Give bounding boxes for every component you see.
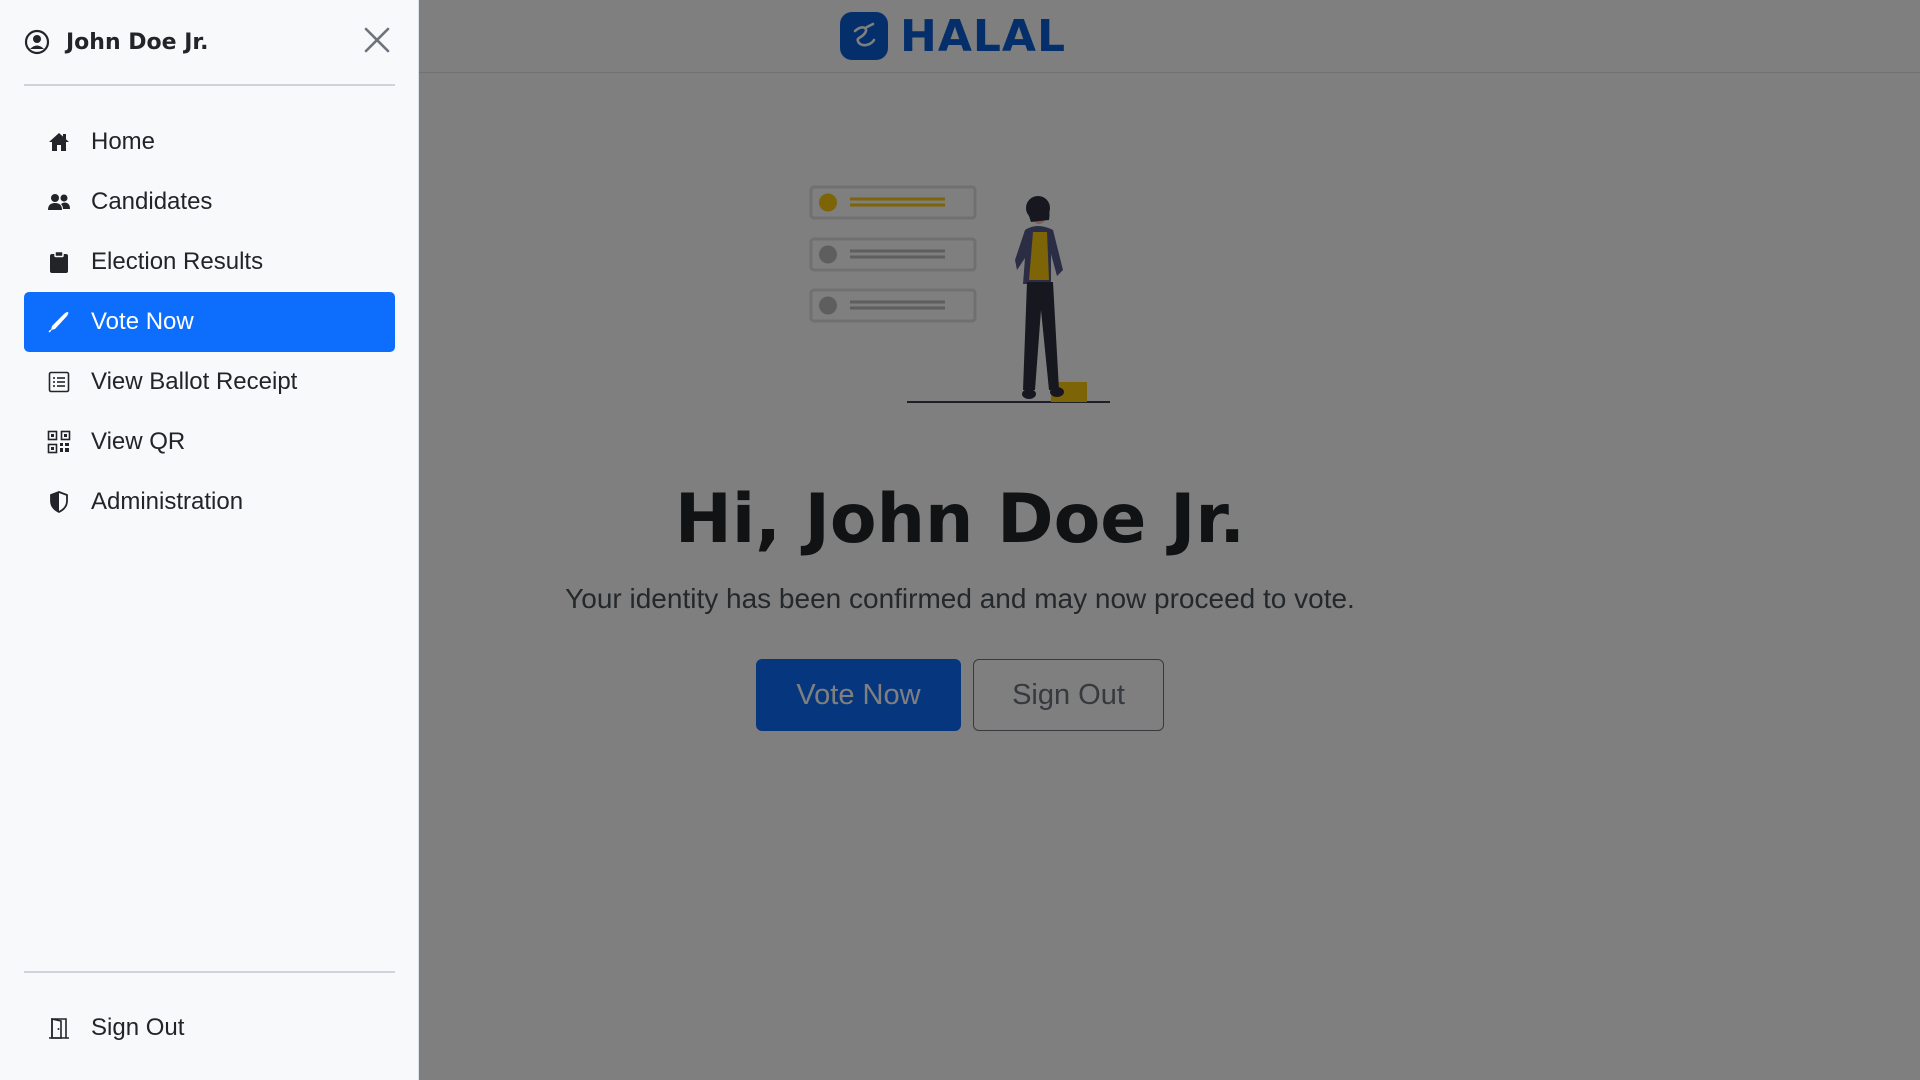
sidebar-item-candidates[interactable]: Candidates	[24, 172, 395, 232]
sidebar-item-label: View Ballot Receipt	[91, 367, 298, 395]
sidebar-item-label: View QR	[91, 427, 186, 455]
clipboard-icon	[47, 250, 71, 274]
people-icon	[47, 190, 71, 214]
pen-icon	[47, 310, 71, 334]
user-name: John Doe Jr.	[66, 29, 209, 55]
sidebar-item-vote-now[interactable]: Vote Now	[24, 291, 395, 352]
sidebar-item-view-ballot-receipt[interactable]: View Ballot Receipt	[24, 352, 395, 412]
sidebar-item-label: Election Results	[91, 247, 264, 275]
sidebar-item-label: Candidates	[91, 187, 213, 215]
sidebar-header: John Doe Jr.	[24, 18, 395, 86]
sidebar-item-view-qr[interactable]: View QR	[24, 412, 395, 472]
receipt-icon	[47, 370, 71, 394]
sidebar-footer: Sign Out	[24, 971, 395, 1058]
sidebar-item-label: Vote Now	[91, 307, 194, 335]
sidebar-item-label: Administration	[91, 487, 244, 515]
sidebar-item-administration[interactable]: Administration	[24, 472, 395, 532]
close-icon[interactable]	[361, 24, 393, 56]
door-icon	[47, 1016, 71, 1040]
sidebar-nav: Home Candidates Election Results Vote No…	[24, 112, 395, 532]
sidebar-item-home[interactable]: Home	[24, 112, 395, 172]
user-circle-icon	[24, 29, 50, 55]
shield-icon	[47, 490, 71, 514]
home-icon	[47, 130, 71, 154]
offcanvas-sidebar: John Doe Jr. Home Candidates Election Re…	[0, 0, 419, 1080]
sidebar-item-label: Home	[91, 127, 156, 155]
sidebar-item-election-results[interactable]: Election Results	[24, 232, 395, 292]
qr-icon	[47, 430, 71, 454]
sidebar-sign-out-label: Sign Out	[91, 1014, 185, 1041]
sidebar-sign-out-button[interactable]: Sign Out	[24, 998, 395, 1058]
